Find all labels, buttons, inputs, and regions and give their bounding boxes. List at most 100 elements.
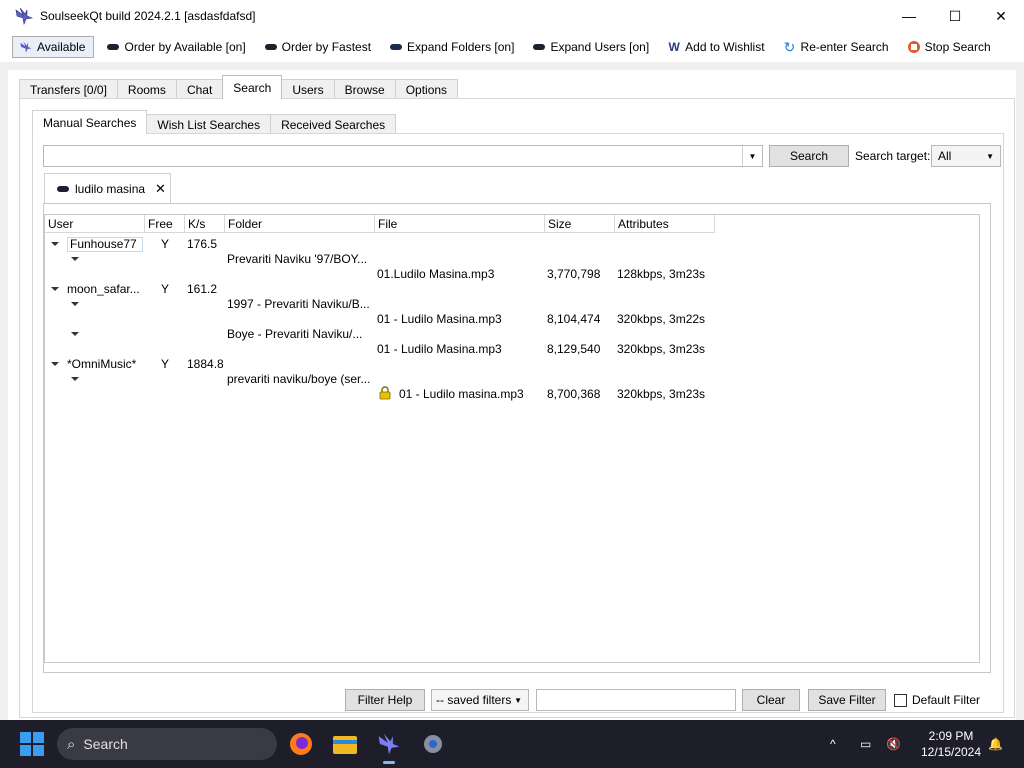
available-button[interactable]: Available bbox=[12, 36, 95, 58]
tab-browse[interactable]: Browse bbox=[333, 79, 396, 99]
tab-options[interactable]: Options bbox=[394, 79, 459, 99]
result-folder: prevariti naviku/boye (ser... bbox=[227, 372, 371, 386]
collapse-folder-arrow-icon[interactable] bbox=[71, 332, 79, 336]
search-input[interactable] bbox=[44, 146, 739, 166]
refresh-icon: ↻ bbox=[783, 38, 796, 55]
main-frame: Transfers [0/0] Rooms Chat Search Users … bbox=[8, 70, 1016, 720]
tab-label: Rooms bbox=[127, 82, 166, 97]
minimize-button[interactable]: — bbox=[886, 0, 932, 32]
chevron-down-icon: ▼ bbox=[986, 151, 994, 161]
default-filter-label: Default Filter bbox=[912, 693, 981, 707]
result-speed: 1884.8 bbox=[187, 357, 224, 371]
column-header-label: Folder bbox=[228, 216, 263, 231]
column-header-size[interactable]: Size bbox=[545, 215, 615, 233]
order-by-fastest-label: Order by Fastest bbox=[281, 40, 372, 54]
subtab-received-searches[interactable]: Received Searches bbox=[270, 114, 397, 134]
result-size: 3,770,798 bbox=[547, 267, 601, 281]
close-icon[interactable]: ✕ bbox=[155, 181, 166, 197]
tab-search[interactable]: Search bbox=[222, 75, 283, 99]
search-target-label: Search target: bbox=[855, 149, 931, 163]
clear-button[interactable]: Clear bbox=[742, 689, 800, 711]
clock-time: 2:09 PM bbox=[928, 729, 974, 743]
collapse-folder-arrow-icon[interactable] bbox=[71, 257, 79, 261]
filter-help-label: Filter Help bbox=[357, 693, 413, 707]
subtab-label: Manual Searches bbox=[43, 115, 137, 130]
clock-date: 12/15/2024 bbox=[920, 745, 982, 759]
expand-users-button[interactable]: Expand Users [on] bbox=[526, 36, 655, 58]
collapse-folder-arrow-icon[interactable] bbox=[71, 302, 79, 306]
taskbar-clock[interactable]: 2:09 PM 12/15/2024 bbox=[916, 728, 986, 760]
chevron-down-icon: ▼ bbox=[514, 695, 522, 705]
column-header-folder[interactable]: Folder bbox=[225, 215, 375, 233]
save-filter-button[interactable]: Save Filter bbox=[808, 689, 886, 711]
search-button[interactable]: Search bbox=[769, 145, 849, 167]
expand-users-label: Expand Users [on] bbox=[550, 40, 650, 54]
default-filter-checkbox[interactable]: Default Filter bbox=[894, 693, 980, 707]
filter-input[interactable] bbox=[536, 689, 736, 711]
column-header-speed[interactable]: K/s bbox=[185, 215, 225, 233]
reenter-search-button[interactable]: ↻ Re-enter Search bbox=[777, 36, 895, 58]
expand-folders-label: Expand Folders [on] bbox=[407, 40, 515, 54]
windows-start-icon[interactable] bbox=[20, 732, 44, 756]
column-header-user[interactable]: User bbox=[45, 215, 145, 233]
result-tab-ludilo-masina[interactable]: ludilo masina ✕ bbox=[44, 173, 171, 203]
order-by-fastest-button[interactable]: Order by Fastest bbox=[258, 36, 377, 58]
result-size: 8,129,540 bbox=[547, 342, 601, 356]
column-header-label: K/s bbox=[188, 216, 206, 231]
tab-rooms[interactable]: Rooms bbox=[116, 79, 177, 99]
taskbar-search-placeholder: Search bbox=[83, 736, 128, 752]
chevron-down-icon[interactable]: ▼ bbox=[742, 146, 762, 166]
filter-help-button[interactable]: Filter Help bbox=[345, 689, 425, 711]
firefox-icon[interactable] bbox=[285, 728, 317, 760]
notification-bell-icon[interactable]: 🔔 bbox=[988, 720, 1003, 768]
tab-chat[interactable]: Chat bbox=[175, 79, 224, 99]
subtab-label: Wish List Searches bbox=[157, 117, 261, 132]
expand-folders-button[interactable]: Expand Folders [on] bbox=[383, 36, 520, 58]
toolbar: Available Order by Available [on] Order … bbox=[0, 32, 1024, 62]
column-header-label: Attributes bbox=[618, 216, 669, 231]
volume-muted-icon[interactable]: 🔇 bbox=[886, 720, 901, 768]
chevron-up-icon[interactable]: ^ bbox=[830, 720, 836, 768]
subtab-label: Received Searches bbox=[281, 117, 386, 132]
search-target-value: All bbox=[938, 149, 952, 163]
order-by-available-label: Order by Available [on] bbox=[124, 40, 246, 54]
collapse-user-arrow-icon[interactable] bbox=[51, 362, 59, 366]
taskbar-search[interactable]: ⌕ Search bbox=[57, 728, 277, 760]
saved-filters-select[interactable]: -- saved filters ▼ bbox=[431, 689, 529, 711]
tab-label: Search bbox=[233, 80, 272, 95]
add-to-wishlist-button[interactable]: W Add to Wishlist bbox=[661, 36, 770, 58]
checkbox-box[interactable] bbox=[894, 693, 907, 707]
expand-icon bbox=[532, 40, 546, 54]
result-folder: Boye - Prevariti Naviku/... bbox=[227, 327, 363, 341]
search-query-combo[interactable]: ▼ bbox=[43, 145, 763, 167]
tab-users[interactable]: Users bbox=[281, 79, 335, 99]
result-user: Funhouse77 bbox=[67, 237, 143, 252]
tab-transfers[interactable]: Transfers [0/0] bbox=[19, 79, 118, 99]
file-explorer-icon[interactable] bbox=[329, 728, 361, 760]
order-by-available-button[interactable]: Order by Available [on] bbox=[100, 36, 251, 58]
column-header-attributes[interactable]: Attributes bbox=[615, 215, 715, 233]
subtab-manual-searches[interactable]: Manual Searches bbox=[32, 110, 148, 134]
network-icon[interactable]: ▭ bbox=[860, 720, 871, 768]
collapse-user-arrow-icon[interactable] bbox=[51, 242, 59, 246]
soulseek-taskbar-icon[interactable] bbox=[373, 728, 405, 764]
clear-label: Clear bbox=[756, 693, 786, 707]
collapse-user-arrow-icon[interactable] bbox=[51, 287, 59, 291]
column-header-free[interactable]: Free bbox=[145, 215, 185, 233]
column-header-file[interactable]: File bbox=[375, 215, 545, 233]
available-label: Available bbox=[37, 40, 86, 54]
settings-gear-icon[interactable] bbox=[417, 728, 449, 760]
result-tab-label: ludilo masina bbox=[75, 181, 146, 196]
tab-label: Options bbox=[405, 82, 448, 97]
subtab-wish-list-searches[interactable]: Wish List Searches bbox=[146, 114, 272, 134]
search-target-select[interactable]: All ▼ bbox=[931, 145, 1001, 167]
title-bar: SoulseekQt build 2024.2.1 [asdasfdafsd] … bbox=[0, 0, 1024, 32]
tab-label: Transfers [0/0] bbox=[30, 82, 107, 97]
close-button[interactable]: ✕ bbox=[978, 0, 1024, 32]
maximize-button[interactable]: ☐ bbox=[932, 0, 978, 32]
result-folder: Prevariti Naviku '97/BOY... bbox=[227, 252, 368, 266]
search-tab-panel: Manual Searches Wish List Searches Recei… bbox=[19, 98, 1015, 718]
collapse-folder-arrow-icon[interactable] bbox=[71, 377, 79, 381]
save-filter-label: Save Filter bbox=[818, 693, 876, 707]
stop-search-button[interactable]: Stop Search bbox=[901, 36, 997, 58]
